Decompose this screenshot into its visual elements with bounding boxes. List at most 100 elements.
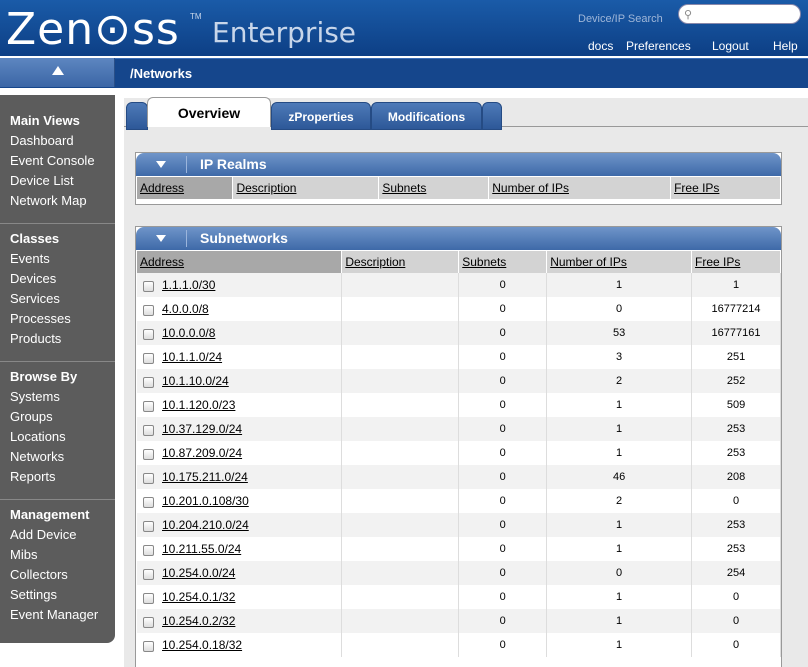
row-checkbox[interactable] xyxy=(143,544,154,556)
row-checkbox[interactable] xyxy=(143,424,154,436)
number-of-ips-cell: 2 xyxy=(546,369,693,393)
collapse-triangle-icon[interactable] xyxy=(156,235,166,242)
device-search-input[interactable]: ⚲ xyxy=(678,4,801,24)
row-checkbox[interactable] xyxy=(143,352,154,364)
row-checkbox[interactable] xyxy=(143,520,154,532)
sidebar-item-mibs[interactable]: Mibs xyxy=(0,545,115,565)
row-checkbox[interactable] xyxy=(143,496,154,508)
col-number-of-ips[interactable]: Number of IPs xyxy=(546,251,693,273)
row-checkbox[interactable] xyxy=(143,304,154,316)
description-cell xyxy=(341,441,460,465)
collapse-sidebar-button[interactable] xyxy=(0,58,115,87)
row-checkbox[interactable] xyxy=(143,280,154,292)
col-address[interactable]: Address xyxy=(137,177,234,199)
description-cell xyxy=(341,537,460,561)
tab-overview[interactable]: Overview xyxy=(147,97,271,127)
tab-zproperties[interactable]: zProperties xyxy=(271,102,371,130)
col-number-of-ips[interactable]: Number of IPs xyxy=(488,177,672,199)
subnet-link[interactable]: 10.211.55.0/24 xyxy=(162,542,241,556)
header-divider xyxy=(186,230,187,247)
row-checkbox[interactable] xyxy=(143,592,154,604)
subnet-link[interactable]: 1.1.1.0/30 xyxy=(162,278,215,292)
subnets-cell: 0 xyxy=(458,513,548,537)
col-description[interactable]: Description xyxy=(341,251,460,273)
address-cell: 10.204.210.0/24 xyxy=(137,513,343,537)
subnet-link[interactable]: 10.1.10.0/24 xyxy=(162,374,229,388)
sidebar-item-collectors[interactable]: Collectors xyxy=(0,565,115,585)
subnet-link[interactable]: 10.1.120.0/23 xyxy=(162,398,235,412)
table-row: 10.1.120.0/23 0 1 509 xyxy=(137,393,781,417)
col-description[interactable]: Description xyxy=(232,177,380,199)
search-label: Device/IP Search xyxy=(578,13,663,25)
row-checkbox[interactable] xyxy=(143,640,154,652)
row-checkbox[interactable] xyxy=(143,616,154,628)
row-checkbox[interactable] xyxy=(143,400,154,412)
row-checkbox[interactable] xyxy=(143,472,154,484)
row-checkbox[interactable] xyxy=(143,568,154,580)
row-checkbox[interactable] xyxy=(143,328,154,340)
collapse-triangle-icon[interactable] xyxy=(156,161,166,168)
sidebar-item-device-list[interactable]: Device List xyxy=(0,171,115,191)
subnet-link[interactable]: 10.254.0.0/24 xyxy=(162,566,235,580)
help-link[interactable]: Help xyxy=(773,39,798,53)
docs-link[interactable]: docs xyxy=(588,39,613,53)
address-cell: 10.211.55.0/24 xyxy=(137,537,343,561)
logout-link[interactable]: Logout xyxy=(712,39,749,53)
sidebar-item-products[interactable]: Products xyxy=(0,329,115,349)
number-of-ips-cell: 3 xyxy=(546,345,693,369)
app-header: Zen⊙ss TM Enterprise Device/IP Search ⚲ … xyxy=(0,0,808,56)
sidebar-item-reports[interactable]: Reports xyxy=(0,467,115,487)
sidebar-item-add-device[interactable]: Add Device xyxy=(0,525,115,545)
table-row: 10.254.0.18/32 0 1 0 xyxy=(137,633,781,657)
subnet-link[interactable]: 10.254.0.1/32 xyxy=(162,590,235,604)
subnet-link[interactable]: 10.254.0.18/32 xyxy=(162,638,242,652)
col-free-ips[interactable]: Free IPs xyxy=(691,251,781,273)
subnet-link[interactable]: 4.0.0.0/8 xyxy=(162,302,209,316)
subnet-link[interactable]: 10.1.1.0/24 xyxy=(162,350,222,364)
subnet-link[interactable]: 10.87.209.0/24 xyxy=(162,446,242,460)
sidebar-group-browse-by: Browse By Systems Groups Locations Netwo… xyxy=(0,367,115,487)
sidebar-item-services[interactable]: Services xyxy=(0,289,115,309)
collapse-arrow-icon xyxy=(52,66,64,75)
col-address[interactable]: Address xyxy=(137,251,343,273)
sidebar-item-groups[interactable]: Groups xyxy=(0,407,115,427)
sidebar-item-event-manager[interactable]: Event Manager xyxy=(0,605,115,625)
subnets-cell: 0 xyxy=(458,369,548,393)
subnet-link[interactable]: 10.201.0.108/30 xyxy=(162,494,249,508)
col-subnets[interactable]: Subnets xyxy=(378,177,490,199)
preferences-link[interactable]: Preferences xyxy=(626,39,691,53)
description-cell xyxy=(341,585,460,609)
sidebar-item-dashboard[interactable]: Dashboard xyxy=(0,131,115,151)
sidebar-item-processes[interactable]: Processes xyxy=(0,309,115,329)
table-row: 10.87.209.0/24 0 1 253 xyxy=(137,441,781,465)
sidebar-item-networks[interactable]: Networks xyxy=(0,447,115,467)
sidebar-item-event-console[interactable]: Event Console xyxy=(0,151,115,171)
subnet-link[interactable]: 10.204.210.0/24 xyxy=(162,518,249,532)
sidebar-item-locations[interactable]: Locations xyxy=(0,427,115,447)
address-cell: 10.175.211.0/24 xyxy=(137,465,343,489)
address-cell: 1.1.1.0/30 xyxy=(137,273,343,297)
free-ips-cell: 509 xyxy=(691,393,781,417)
subnetworks-panel: Subnetworks Address Description Subnets … xyxy=(135,226,782,667)
free-ips-cell: 253 xyxy=(691,441,781,465)
description-cell xyxy=(341,561,460,585)
subnets-cell: 0 xyxy=(458,321,548,345)
free-ips-cell: 253 xyxy=(691,537,781,561)
description-cell xyxy=(341,369,460,393)
number-of-ips-cell: 0 xyxy=(546,561,693,585)
subnet-link[interactable]: 10.37.129.0/24 xyxy=(162,422,242,436)
subnet-link[interactable]: 10.0.0.0/8 xyxy=(162,326,215,340)
search-icon: ⚲ xyxy=(684,9,693,21)
tab-modifications[interactable]: Modifications xyxy=(371,102,482,130)
sidebar-item-systems[interactable]: Systems xyxy=(0,387,115,407)
sidebar-item-network-map[interactable]: Network Map xyxy=(0,191,115,211)
col-free-ips[interactable]: Free IPs xyxy=(670,177,781,199)
sidebar-item-settings[interactable]: Settings xyxy=(0,585,115,605)
subnet-link[interactable]: 10.175.211.0/24 xyxy=(162,470,248,484)
row-checkbox[interactable] xyxy=(143,376,154,388)
row-checkbox[interactable] xyxy=(143,448,154,460)
sidebar-item-devices[interactable]: Devices xyxy=(0,269,115,289)
sidebar-item-events[interactable]: Events xyxy=(0,249,115,269)
subnet-link[interactable]: 10.254.0.2/32 xyxy=(162,614,235,628)
col-subnets[interactable]: Subnets xyxy=(458,251,548,273)
